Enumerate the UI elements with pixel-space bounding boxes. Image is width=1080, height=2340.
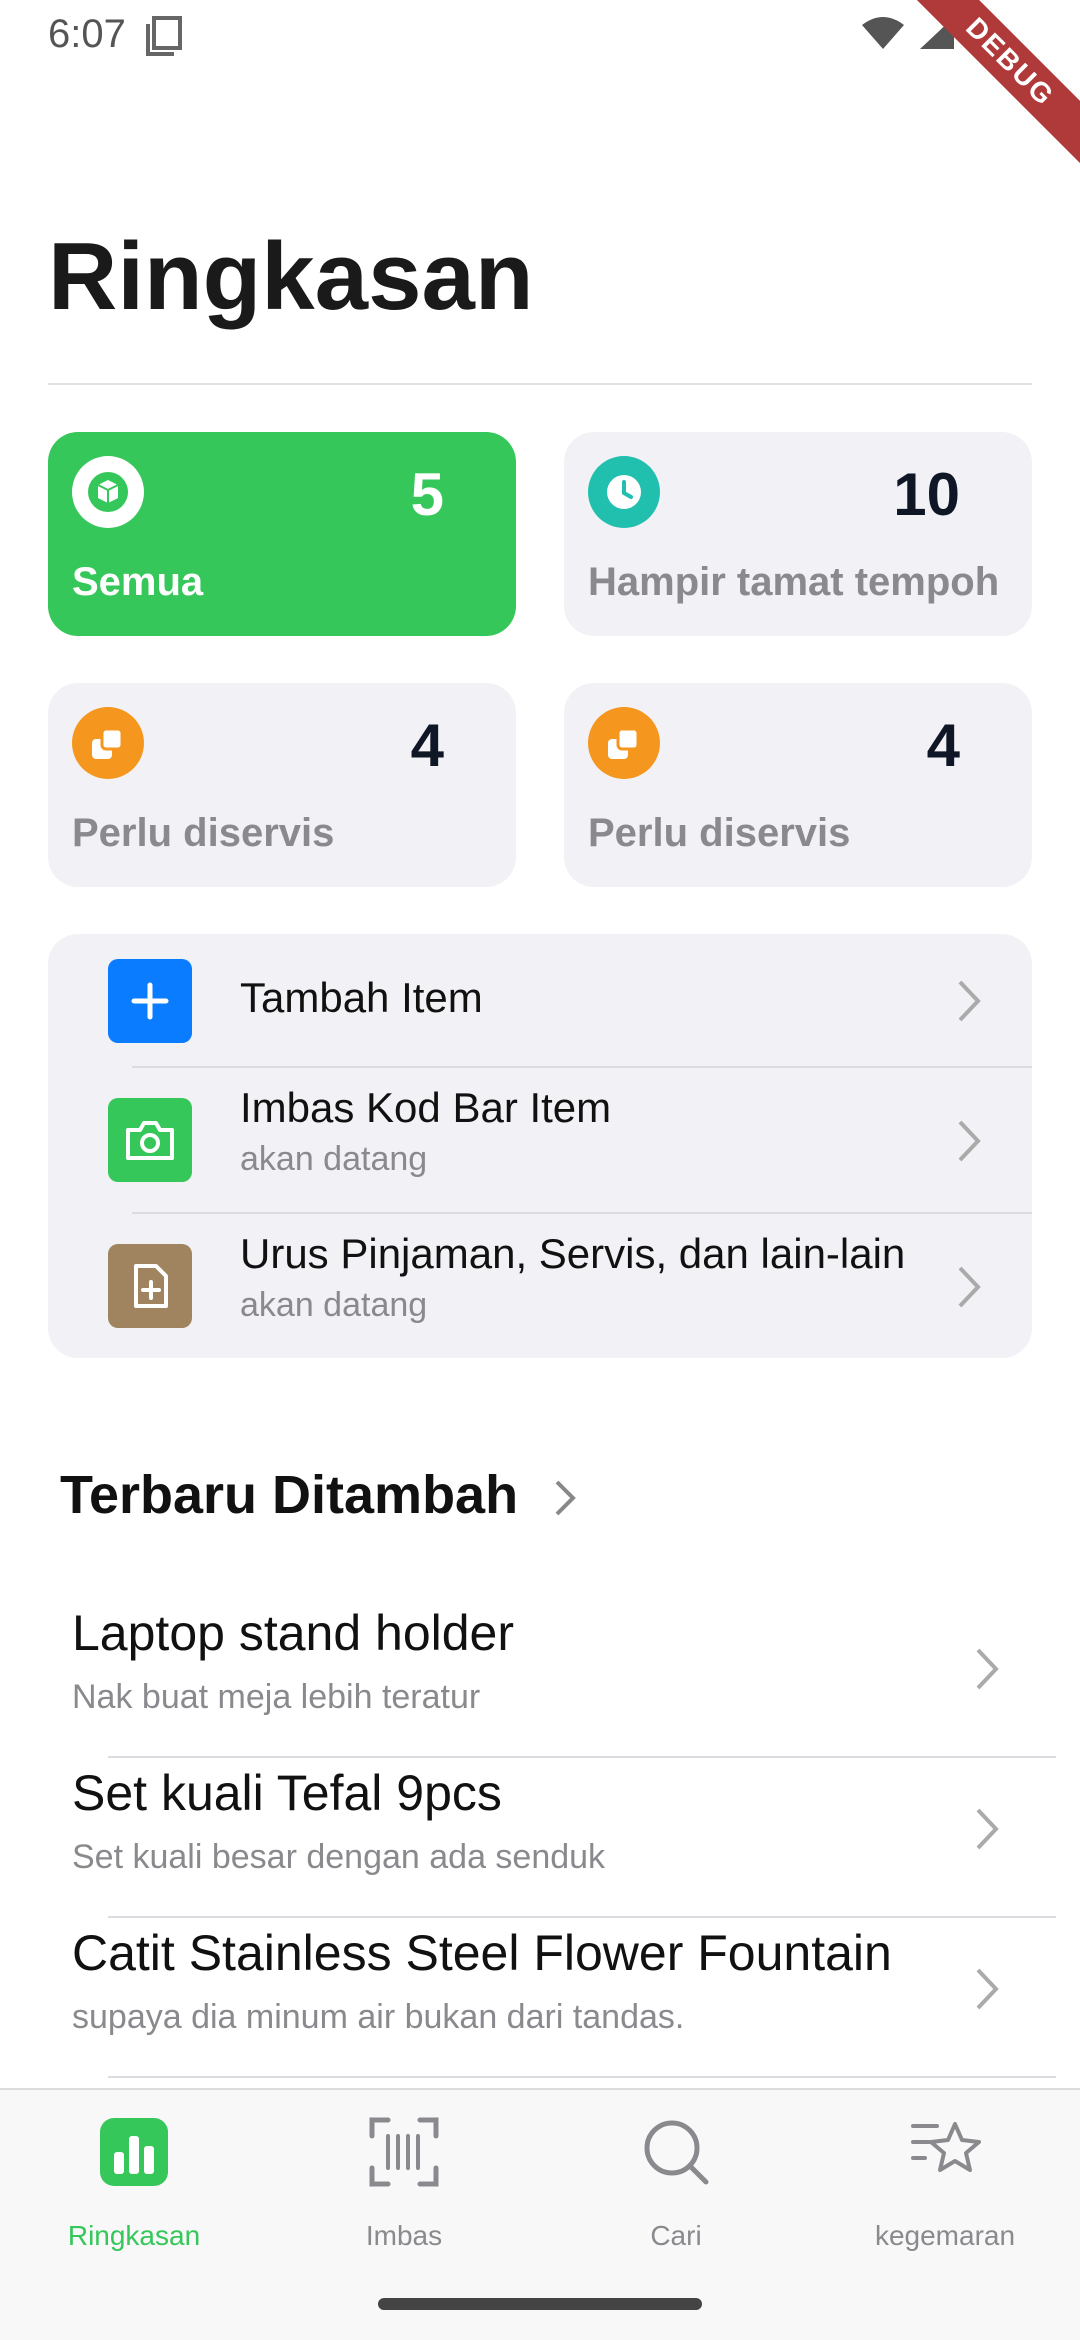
- scan-barcode-row[interactable]: Imbas Kod Bar Item akan datang: [48, 1068, 1032, 1214]
- card-needs-service-2[interactable]: 4 Perlu diservis: [564, 683, 1032, 887]
- chart-icon: [98, 2116, 170, 2188]
- item-description: Nak buat meja lebih teratur: [72, 1678, 481, 1716]
- chevron-right-icon[interactable]: [552, 1478, 578, 1518]
- document-add-icon: [108, 1244, 192, 1328]
- layers-icon: [588, 707, 660, 779]
- tab-favorites[interactable]: kegemaran: [845, 2116, 1045, 2266]
- item-name: Laptop stand holder: [72, 1605, 515, 1661]
- status-time: 6:07: [48, 12, 126, 56]
- chevron-right-icon: [976, 1808, 999, 1850]
- tab-search[interactable]: Cari: [576, 2116, 776, 2266]
- add-item-row[interactable]: Tambah Item: [48, 934, 1032, 1068]
- item-name: Catit Stainless Steel Flower Fountain: [72, 1925, 892, 1981]
- card-expiring[interactable]: 10 Hampir tamat tempoh: [564, 432, 1032, 636]
- chevron-right-icon: [958, 1266, 981, 1308]
- card-label: Perlu diservis: [588, 811, 851, 855]
- camera-icon: [108, 1098, 192, 1182]
- home-indicator[interactable]: [378, 2298, 702, 2310]
- card-count: 4: [926, 712, 960, 779]
- barcode-scan-icon: [368, 2116, 440, 2188]
- plus-icon: [108, 959, 192, 1043]
- tab-scan[interactable]: Imbas: [304, 2116, 504, 2266]
- search-icon: [640, 2116, 712, 2188]
- tab-summary[interactable]: Ringkasan: [34, 2116, 234, 2266]
- chevron-right-icon: [976, 1968, 999, 2010]
- action-title: Urus Pinjaman, Servis, dan lain-lain: [240, 1230, 906, 1277]
- list-item[interactable]: Catit Stainless Steel Flower Fountain su…: [0, 1924, 1080, 2084]
- item-name: Set kuali Tefal 9pcs: [72, 1765, 502, 1821]
- sim-card-icon: [146, 16, 182, 56]
- row-divider: [108, 1916, 1056, 1918]
- box-icon: [72, 456, 144, 528]
- item-description: supaya dia minum air bukan dari tandas.: [72, 1998, 685, 2036]
- wifi-icon: [862, 17, 904, 49]
- clock-icon: [588, 456, 660, 528]
- nav-label: kegemaran: [874, 2220, 1016, 2251]
- layers-icon: [72, 707, 144, 779]
- item-description: Set kuali besar dengan ada senduk: [72, 1838, 606, 1876]
- card-label: Semua: [72, 560, 204, 604]
- list-item[interactable]: Set kuali Tefal 9pcs Set kuali besar den…: [0, 1764, 1080, 1924]
- chevron-right-icon: [958, 1120, 981, 1162]
- manage-loans-row[interactable]: Urus Pinjaman, Servis, dan lain-lain aka…: [48, 1214, 1032, 1358]
- card-count: 4: [410, 712, 444, 779]
- row-divider: [108, 1756, 1056, 1758]
- action-title: Tambah Item: [240, 974, 483, 1021]
- card-count: 5: [410, 461, 444, 528]
- actions-list: Tambah Item Imbas Kod Bar Item akan data…: [48, 934, 1032, 1358]
- recent-section-title[interactable]: Terbaru Ditambah: [60, 1464, 518, 1526]
- page-title: Ringkasan: [48, 223, 534, 330]
- row-divider: [108, 2076, 1056, 2078]
- chevron-right-icon: [958, 980, 981, 1022]
- card-needs-service[interactable]: 4 Perlu diservis: [48, 683, 516, 887]
- card-label: Hampir tamat tempoh: [588, 560, 1000, 604]
- card-label: Perlu diservis: [72, 811, 335, 855]
- action-subtitle: akan datang: [240, 1140, 428, 1178]
- nav-label: Cari: [650, 2220, 702, 2251]
- chevron-right-icon: [976, 1648, 999, 1690]
- card-all[interactable]: 5 Semua: [48, 432, 516, 636]
- nav-label: Ringkasan: [67, 2220, 201, 2251]
- card-count: 10: [893, 461, 960, 528]
- status-bar: 6:07 DEBUG: [0, 0, 1080, 177]
- title-divider: [48, 383, 1032, 385]
- nav-label: Imbas: [365, 2220, 443, 2251]
- action-title: Imbas Kod Bar Item: [240, 1084, 612, 1131]
- list-item[interactable]: Laptop stand holder Nak buat meja lebih …: [0, 1604, 1080, 1764]
- star-list-icon: [909, 2116, 981, 2188]
- action-subtitle: akan datang: [240, 1286, 428, 1324]
